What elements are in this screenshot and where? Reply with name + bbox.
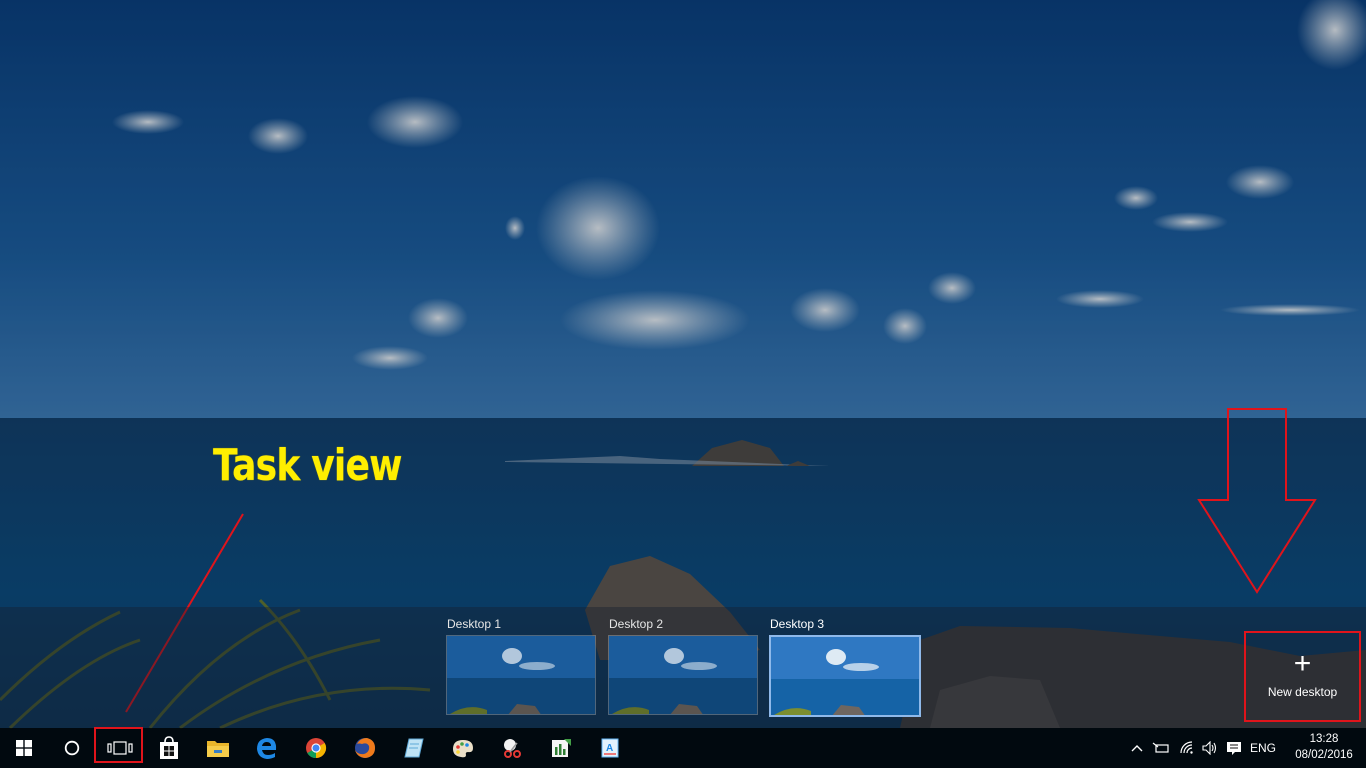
- desktop-2[interactable]: Desktop 2: [608, 617, 758, 715]
- chrome-icon: [306, 738, 327, 759]
- new-desktop-button[interactable]: + New desktop: [1244, 631, 1361, 722]
- taskbar-chrome[interactable]: [292, 728, 340, 768]
- desktop-1-label: Desktop 1: [447, 617, 502, 631]
- language-indicator: ENG: [1249, 741, 1276, 755]
- desktop-2-label: Desktop 2: [609, 617, 664, 631]
- snipping-tool-icon: [504, 739, 521, 758]
- desktop-1-thumbnail[interactable]: [446, 635, 596, 715]
- cortana-button[interactable]: [48, 728, 96, 768]
- desktop-1[interactable]: Desktop 1: [446, 617, 596, 715]
- wifi-icon: [1180, 741, 1193, 754]
- taskbar-edge[interactable]: [243, 728, 291, 768]
- file-explorer-icon: [207, 741, 229, 757]
- desktop-3[interactable]: Desktop 3: [769, 617, 921, 717]
- taskbar-sway[interactable]: [537, 728, 585, 768]
- tray-power[interactable]: [1150, 728, 1172, 768]
- desktop-2-thumbnail[interactable]: [608, 635, 758, 715]
- taskbar-store[interactable]: [145, 728, 193, 768]
- annotation-task-view-label: Task view: [213, 440, 402, 491]
- desktop-3-thumbnail[interactable]: [769, 635, 921, 717]
- power-plug-icon: [1152, 742, 1169, 753]
- tray-clock[interactable]: 13:28 08/02/2016: [1284, 731, 1364, 763]
- taskbar-paint[interactable]: [439, 728, 487, 768]
- taskbar-wordpad[interactable]: A: [586, 728, 634, 768]
- plus-icon: +: [1293, 647, 1312, 680]
- chevron-up-icon: [1131, 745, 1143, 752]
- edge-icon: [257, 738, 277, 759]
- new-desktop-label: New desktop: [1267, 685, 1338, 699]
- task-view-highlight: [94, 727, 143, 763]
- taskbar-snipping-tool[interactable]: [488, 728, 536, 768]
- store-icon: [160, 736, 178, 759]
- svg-text:A: A: [606, 743, 613, 754]
- taskbar-file-explorer[interactable]: [194, 728, 242, 768]
- sway-icon: [552, 739, 571, 757]
- clock-time: 13:28: [1309, 733, 1339, 745]
- notepad-icon: [404, 738, 424, 758]
- action-center-icon: [1227, 741, 1241, 755]
- start-icon: [16, 740, 32, 756]
- show-hidden-icons[interactable]: [1128, 728, 1146, 768]
- wordpad-icon: A: [601, 738, 619, 758]
- taskbar-notepad[interactable]: [390, 728, 438, 768]
- tray-action-center[interactable]: [1222, 728, 1246, 768]
- tray-network[interactable]: [1176, 728, 1200, 768]
- firefox-icon: [355, 738, 375, 758]
- cortana-icon: [64, 740, 80, 756]
- taskbar-firefox[interactable]: [341, 728, 389, 768]
- clock-date: 08/02/2016: [1295, 749, 1353, 761]
- speaker-icon: [1202, 741, 1217, 755]
- paint-icon: [453, 740, 473, 758]
- tray-language[interactable]: ENG: [1248, 728, 1278, 768]
- tray-volume[interactable]: [1200, 728, 1220, 768]
- start-button[interactable]: [0, 728, 48, 768]
- desktop-3-label: Desktop 3: [770, 617, 825, 631]
